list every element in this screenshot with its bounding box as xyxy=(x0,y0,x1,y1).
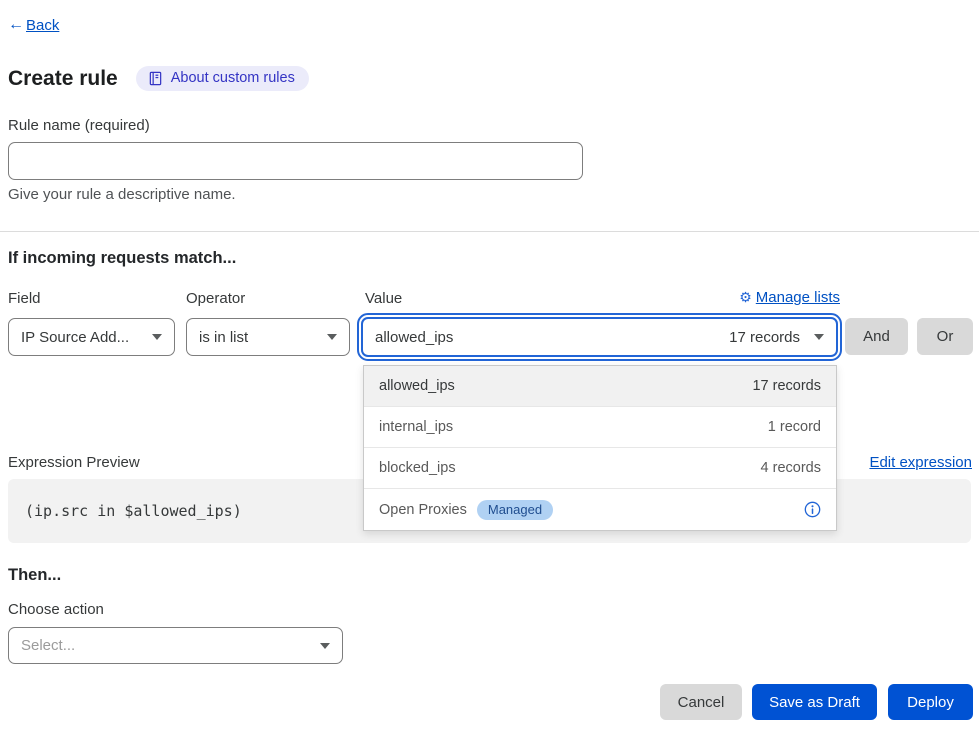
chevron-down-icon xyxy=(152,334,162,340)
back-link-label: Back xyxy=(26,17,59,34)
info-icon[interactable] xyxy=(804,501,821,518)
list-name: Open Proxies xyxy=(379,502,467,518)
section-divider xyxy=(0,231,979,232)
cancel-button[interactable]: Cancel xyxy=(660,684,742,720)
value-dropdown-panel: allowed_ips 17 records internal_ips 1 re… xyxy=(363,365,837,531)
expression-preview-label: Expression Preview xyxy=(8,454,140,471)
value-select[interactable]: allowed_ips 17 records xyxy=(361,317,838,357)
list-name: allowed_ips xyxy=(379,378,742,394)
action-select[interactable]: Select... xyxy=(8,627,343,664)
save-as-draft-button[interactable]: Save as Draft xyxy=(752,684,877,720)
gear-icon: ⚙ xyxy=(739,289,752,306)
operator-select-value: is in list xyxy=(199,329,319,346)
value-column-label: Value xyxy=(365,290,402,307)
list-name: internal_ips xyxy=(379,419,758,435)
value-select-meta: 17 records xyxy=(729,329,800,346)
page-title: Create rule xyxy=(8,67,118,91)
about-pill-label: About custom rules xyxy=(171,70,295,86)
dropdown-option-blocked-ips[interactable]: blocked_ips 4 records xyxy=(364,448,836,489)
manage-lists-label: Manage lists xyxy=(756,289,840,306)
dropdown-option-allowed-ips[interactable]: allowed_ips 17 records xyxy=(364,366,836,407)
title-row: Create rule About custom rules xyxy=(8,66,309,91)
then-section-heading: Then... xyxy=(8,566,61,585)
back-link[interactable]: ←Back xyxy=(8,16,59,34)
list-record-count: 1 record xyxy=(768,419,821,435)
field-select-value: IP Source Add... xyxy=(21,329,144,346)
deploy-button[interactable]: Deploy xyxy=(888,684,973,720)
value-select-name: allowed_ips xyxy=(375,329,721,346)
field-column-label: Field xyxy=(8,290,41,307)
dropdown-option-open-proxies[interactable]: Open Proxies Managed xyxy=(364,489,836,530)
rule-name-label: Rule name (required) xyxy=(8,117,150,134)
about-custom-rules-link[interactable]: About custom rules xyxy=(136,66,309,91)
chevron-down-icon xyxy=(814,334,824,340)
chevron-down-icon xyxy=(327,334,337,340)
back-arrow-icon: ← xyxy=(8,16,24,34)
managed-badge: Managed xyxy=(477,500,553,520)
list-name: blocked_ips xyxy=(379,460,751,476)
operator-column-label: Operator xyxy=(186,290,245,307)
rule-name-input[interactable] xyxy=(8,142,583,180)
or-button[interactable]: Or xyxy=(917,318,973,355)
action-select-placeholder: Select... xyxy=(21,637,312,654)
and-button[interactable]: And xyxy=(845,318,908,355)
rule-name-helper: Give your rule a descriptive name. xyxy=(8,186,236,203)
dropdown-option-internal-ips[interactable]: internal_ips 1 record xyxy=(364,407,836,448)
operator-select[interactable]: is in list xyxy=(186,318,350,356)
field-select[interactable]: IP Source Add... xyxy=(8,318,175,356)
chevron-down-icon xyxy=(320,643,330,649)
list-record-count: 17 records xyxy=(752,378,821,394)
book-icon xyxy=(148,71,163,86)
edit-expression-link[interactable]: Edit expression xyxy=(869,454,972,471)
choose-action-label: Choose action xyxy=(8,601,104,618)
manage-lists-link[interactable]: ⚙Manage lists xyxy=(739,289,840,306)
list-record-count: 4 records xyxy=(761,460,821,476)
expression-code: (ip.src in $allowed_ips) xyxy=(25,502,242,520)
match-section-heading: If incoming requests match... xyxy=(8,249,236,268)
